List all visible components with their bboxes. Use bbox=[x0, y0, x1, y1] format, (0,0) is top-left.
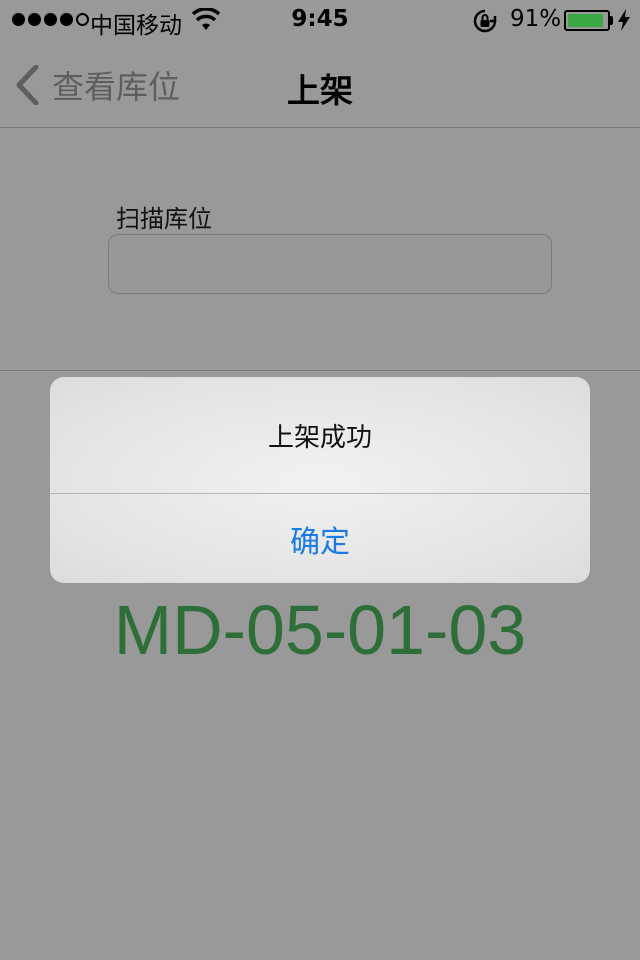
navigation-bar: 查看库位 上架 bbox=[0, 40, 640, 128]
charging-bolt-icon bbox=[618, 9, 630, 31]
battery-icon bbox=[564, 10, 610, 31]
battery-tip bbox=[610, 16, 613, 25]
alert-message: 上架成功 bbox=[50, 377, 590, 494]
alert-dialog: 上架成功 确定 bbox=[50, 377, 590, 583]
scan-location-label: 扫描库位 bbox=[116, 205, 212, 233]
battery-level-fill bbox=[568, 14, 603, 27]
battery-percentage: 91% bbox=[510, 6, 562, 32]
location-code: MD-05-01-03 bbox=[113, 591, 527, 669]
status-bar: 中国移动 9:45 91% bbox=[0, 0, 640, 40]
page-title: 上架 bbox=[287, 71, 353, 110]
scan-form: 扫描库位 bbox=[0, 129, 640, 371]
rotation-lock-icon bbox=[473, 9, 497, 33]
confirm-button[interactable]: 确定 bbox=[50, 495, 590, 583]
scan-location-input[interactable] bbox=[108, 234, 552, 294]
